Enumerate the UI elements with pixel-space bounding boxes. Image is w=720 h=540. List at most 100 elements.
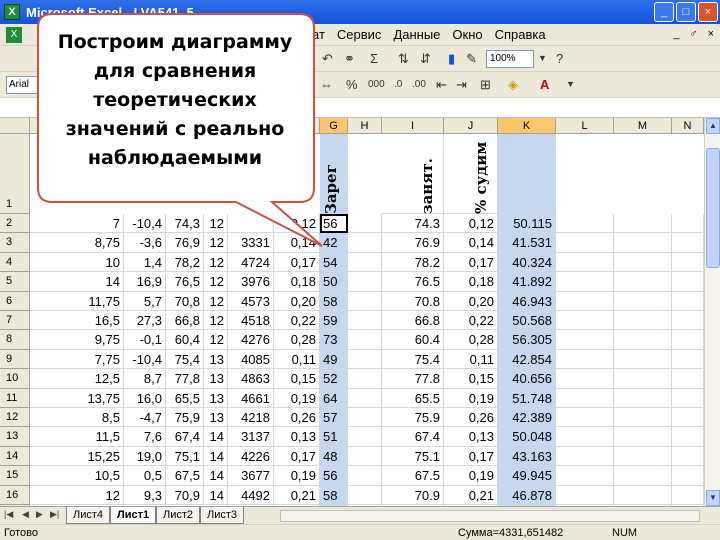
- table-cell[interactable]: 51.748: [498, 388, 556, 408]
- decrease-indent-icon[interactable]: ⇤: [436, 77, 447, 93]
- empty-cell[interactable]: [348, 446, 382, 467]
- table-cell[interactable]: 27,3: [124, 311, 166, 331]
- workbook-close-button[interactable]: ×: [708, 28, 714, 40]
- table-cell[interactable]: 4492: [228, 485, 274, 505]
- first-sheet-icon[interactable]: |◀: [4, 509, 13, 520]
- table-cell[interactable]: 76,5: [166, 272, 204, 292]
- table-cell[interactable]: 0,20: [274, 291, 320, 311]
- empty-cell[interactable]: [556, 311, 614, 331]
- table-cell[interactable]: [228, 214, 274, 234]
- empty-cell[interactable]: [556, 369, 614, 389]
- empty-cell[interactable]: [556, 388, 614, 408]
- table-cell[interactable]: 0,28: [274, 330, 320, 350]
- table-cell[interactable]: 12: [204, 252, 228, 273]
- horizontal-scrollbar[interactable]: [280, 510, 700, 522]
- table-cell[interactable]: 12: [204, 291, 228, 311]
- empty-cell[interactable]: [614, 427, 672, 447]
- column-header-j[interactable]: J: [444, 118, 498, 134]
- table-cell[interactable]: 41.892: [498, 272, 556, 292]
- table-cell[interactable]: 48: [320, 446, 348, 467]
- table-cell[interactable]: 12: [204, 330, 228, 350]
- table-cell[interactable]: 0,11: [274, 349, 320, 370]
- increase-decimal-icon[interactable]: .0: [394, 79, 402, 90]
- table-cell[interactable]: 16,9: [124, 272, 166, 292]
- empty-cell[interactable]: [348, 330, 382, 350]
- column-header-g[interactable]: G: [320, 118, 348, 134]
- table-cell[interactable]: 59: [320, 311, 348, 331]
- table-cell[interactable]: 70,8: [166, 291, 204, 311]
- row-header[interactable]: 7: [0, 311, 30, 331]
- table-cell[interactable]: 0,17: [444, 252, 498, 273]
- close-button[interactable]: ×: [698, 2, 718, 22]
- empty-cell[interactable]: [614, 233, 672, 253]
- decrease-decimal-icon[interactable]: .00: [412, 79, 426, 90]
- table-cell[interactable]: 4085: [228, 349, 274, 370]
- row-header[interactable]: 6: [0, 291, 30, 311]
- column-header-n[interactable]: N: [672, 118, 704, 134]
- empty-cell[interactable]: [614, 485, 672, 505]
- table-cell[interactable]: 74,3: [166, 214, 204, 234]
- table-cell[interactable]: 0,15: [444, 369, 498, 389]
- empty-cell[interactable]: [672, 369, 704, 389]
- empty-cell[interactable]: [672, 252, 704, 273]
- cell-k1[interactable]: [498, 134, 556, 214]
- row-header-1[interactable]: 1: [0, 134, 30, 214]
- table-cell[interactable]: 12: [204, 272, 228, 292]
- table-cell[interactable]: 0,22: [444, 311, 498, 331]
- empty-cell[interactable]: [348, 214, 382, 234]
- empty-cell[interactable]: [348, 349, 382, 370]
- empty-cell[interactable]: [614, 408, 672, 428]
- empty-cell[interactable]: [556, 291, 614, 311]
- table-cell[interactable]: 0,11: [444, 349, 498, 370]
- table-cell[interactable]: 67.4: [382, 427, 444, 447]
- row-header[interactable]: 11: [0, 388, 30, 408]
- table-cell[interactable]: -10,4: [124, 214, 166, 234]
- empty-cell[interactable]: [672, 272, 704, 292]
- table-cell[interactable]: 75,1: [166, 446, 204, 467]
- table-cell[interactable]: 77.8: [382, 369, 444, 389]
- row-header[interactable]: 14: [0, 446, 30, 467]
- scroll-up-icon[interactable]: ▲: [706, 118, 720, 134]
- table-cell[interactable]: 4276: [228, 330, 274, 350]
- empty-cell[interactable]: [556, 485, 614, 505]
- table-cell[interactable]: 77,8: [166, 369, 204, 389]
- table-cell[interactable]: 12,5: [30, 369, 124, 389]
- table-cell[interactable]: 0,26: [444, 408, 498, 428]
- empty-cell[interactable]: [556, 427, 614, 447]
- table-cell[interactable]: 70,9: [166, 485, 204, 505]
- menu-help[interactable]: Справка: [495, 27, 546, 42]
- table-cell[interactable]: 7,75: [30, 349, 124, 370]
- table-cell[interactable]: 8,5: [30, 408, 124, 428]
- table-cell[interactable]: 49.945: [498, 466, 556, 486]
- table-cell[interactable]: 58: [320, 485, 348, 505]
- table-cell[interactable]: 46.943: [498, 291, 556, 311]
- empty-cell[interactable]: [556, 466, 614, 486]
- table-cell[interactable]: 4518: [228, 311, 274, 331]
- table-cell[interactable]: 3137: [228, 427, 274, 447]
- table-cell[interactable]: 8,7: [124, 369, 166, 389]
- table-cell[interactable]: 0,18: [444, 272, 498, 292]
- empty-cell[interactable]: [556, 233, 614, 253]
- increase-indent-icon[interactable]: ⇥: [456, 77, 467, 93]
- table-cell[interactable]: 76.9: [382, 233, 444, 253]
- sheet-tab-list3[interactable]: Лист3: [200, 507, 245, 524]
- table-cell[interactable]: -10,4: [124, 349, 166, 370]
- column-header-h[interactable]: H: [348, 118, 382, 134]
- sheet-tab-list1[interactable]: Лист1: [110, 507, 157, 524]
- percent-style-icon[interactable]: %: [346, 77, 358, 92]
- table-cell[interactable]: 70.9: [382, 485, 444, 505]
- table-cell[interactable]: 65.5: [382, 388, 444, 408]
- empty-cell[interactable]: [348, 369, 382, 389]
- empty-cell[interactable]: [348, 388, 382, 408]
- table-cell[interactable]: 40.656: [498, 369, 556, 389]
- empty-cell[interactable]: [556, 214, 614, 234]
- table-cell[interactable]: 0,19: [444, 388, 498, 408]
- empty-cell[interactable]: [672, 233, 704, 253]
- row-header[interactable]: 8: [0, 330, 30, 350]
- empty-cell[interactable]: [614, 311, 672, 331]
- table-cell[interactable]: 0,22: [274, 311, 320, 331]
- workbook-icon[interactable]: X: [6, 26, 22, 43]
- column-header-i[interactable]: I: [382, 118, 444, 134]
- maximize-button[interactable]: □: [676, 2, 696, 22]
- prev-sheet-icon[interactable]: ◀: [22, 509, 29, 520]
